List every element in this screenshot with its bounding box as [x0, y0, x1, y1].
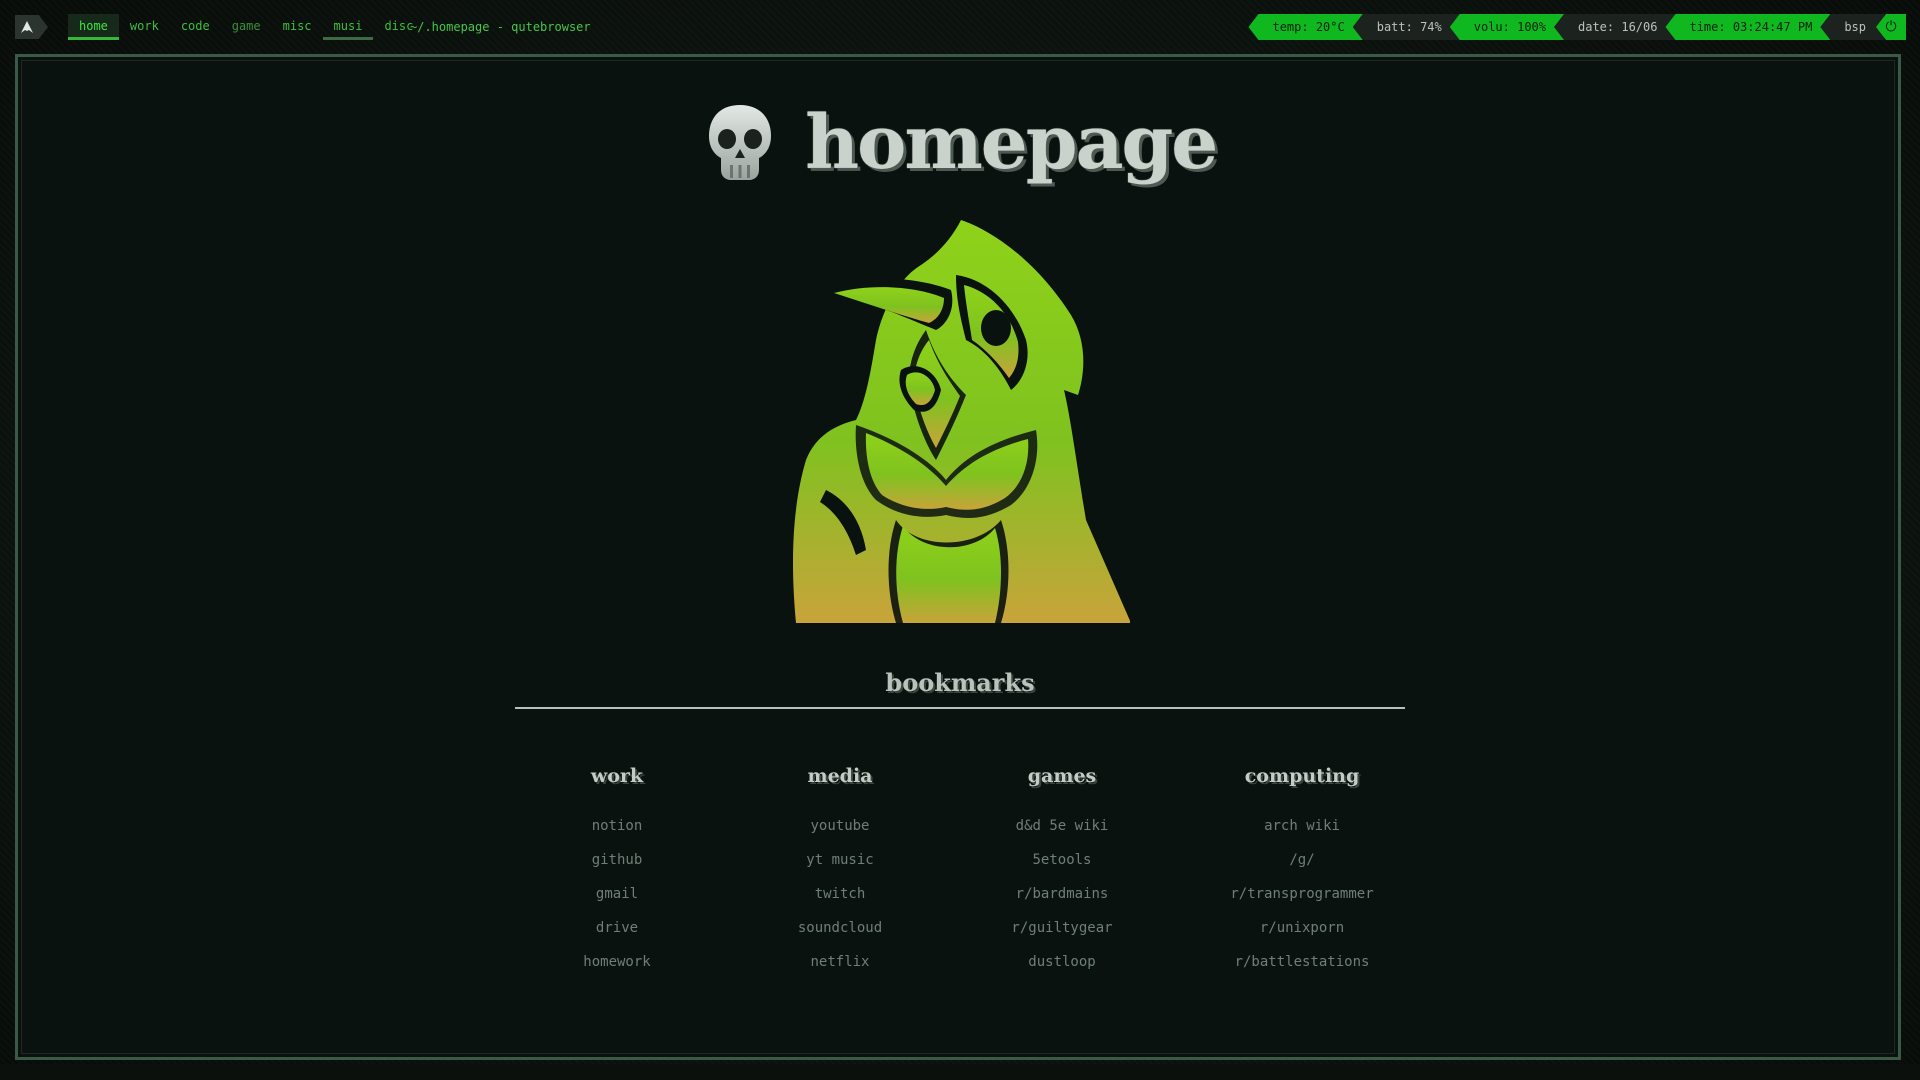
workspace-label: disc	[384, 19, 414, 33]
workspace-work[interactable]: work	[119, 14, 170, 38]
workspace-label: work	[129, 19, 159, 33]
workspace-label: misc	[282, 19, 312, 33]
divider	[515, 707, 1405, 709]
bookmark-column-computing: computing arch wiki /g/ r/transprogramme…	[1182, 765, 1422, 979]
battery-indicator: batt: 74%	[1352, 14, 1460, 40]
window-title: ~/.homepage - qutebrowser	[410, 20, 591, 34]
bookmark-link[interactable]: homework	[497, 945, 737, 979]
bookmark-link[interactable]: r/guiltygear	[942, 911, 1182, 945]
bookmark-link[interactable]: r/unixporn	[1182, 911, 1422, 945]
desktop: home work code game misc musi disc ~/.ho…	[0, 0, 1920, 1080]
temp-indicator: temp: 20°C	[1248, 14, 1363, 40]
volume-indicator[interactable]: volu: 100%	[1449, 14, 1564, 40]
bookmark-link[interactable]: notion	[497, 809, 737, 843]
time-indicator: time: 03:24:47 PM	[1665, 14, 1831, 40]
workspace-label: musi	[333, 19, 363, 33]
bookmark-link[interactable]: github	[497, 843, 737, 877]
bookmark-link[interactable]: /g/	[1182, 843, 1422, 877]
bookmark-link[interactable]: 5etools	[942, 843, 1182, 877]
page-header: homepage	[0, 100, 1920, 190]
skull-icon	[708, 105, 771, 180]
bookmark-column-work: work notion github gmail drive homework	[497, 765, 737, 979]
bookmark-link[interactable]: netflix	[720, 945, 960, 979]
status-bar: temp: 20°C batt: 74% volu: 100% date: 16…	[1248, 14, 1906, 40]
occupied-indicator	[322, 37, 374, 40]
top-bar: home work code game misc musi disc ~/.ho…	[0, 0, 1920, 52]
desktop-wallpaper-strip	[0, 1064, 1920, 1080]
bookmark-link[interactable]: gmail	[497, 877, 737, 911]
column-title: media	[807, 765, 873, 787]
date-indicator: date: 16/06	[1554, 14, 1676, 40]
bookmark-link[interactable]: r/bardmains	[942, 877, 1182, 911]
arch-logo-icon	[21, 21, 33, 33]
workspace-misc[interactable]: misc	[272, 14, 323, 38]
active-indicator	[68, 37, 119, 40]
bookmark-column-games: games d&d 5e wiki 5etools r/bardmains r/…	[942, 765, 1182, 979]
column-title: games	[1027, 765, 1097, 787]
page-title: homepage	[805, 100, 1218, 186]
workspace-code[interactable]: code	[170, 14, 221, 38]
bookmark-link[interactable]: d&d 5e wiki	[942, 809, 1182, 843]
plague-doctor-illustration	[793, 220, 1130, 623]
bookmarks-heading: bookmarks	[885, 668, 1035, 697]
bookmark-link[interactable]: r/battlestations	[1182, 945, 1422, 979]
workspace-musi[interactable]: musi	[322, 14, 374, 40]
bookmark-link[interactable]: drive	[497, 911, 737, 945]
bookmark-link[interactable]: dustloop	[942, 945, 1182, 979]
bookmark-link[interactable]: twitch	[720, 877, 960, 911]
workspace-game[interactable]: game	[221, 14, 272, 38]
arch-launcher-icon[interactable]	[15, 15, 48, 39]
layout-indicator[interactable]: bsp	[1820, 14, 1884, 40]
bookmark-link[interactable]: soundcloud	[720, 911, 960, 945]
bookmark-column-media: media youtube yt music twitch soundcloud…	[720, 765, 960, 979]
bookmark-link[interactable]: arch wiki	[1182, 809, 1422, 843]
workspace-label: game	[231, 19, 261, 33]
column-title: computing	[1244, 765, 1360, 787]
bookmark-link[interactable]: r/transprogrammer	[1182, 877, 1422, 911]
workspace-label: home	[79, 19, 108, 33]
bookmark-link[interactable]: youtube	[720, 809, 960, 843]
workspace-list: home work code game misc musi disc	[68, 14, 424, 40]
column-title: work	[590, 765, 644, 787]
workspace-label: code	[180, 19, 210, 33]
workspace-home[interactable]: home	[68, 14, 119, 40]
bookmark-link[interactable]: yt music	[720, 843, 960, 877]
